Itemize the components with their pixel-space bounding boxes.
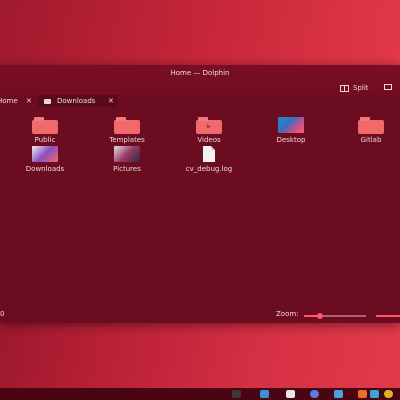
brave-icon[interactable] [358,390,367,398]
browser-icon[interactable] [310,390,319,398]
tab-home[interactable]: Home ✕ [0,95,38,107]
dolphin-window: Home — Dolphin Split Home ✕ Downloads ✕ … [0,65,400,323]
file-label: Desktop [276,136,306,144]
photos-icon[interactable] [370,390,379,398]
file-item-public[interactable]: Public [10,117,80,144]
toolbar-overflow-button[interactable] [384,84,394,92]
folder-icon [114,117,140,134]
file-label: Templates [109,136,145,144]
folder-icon [32,117,58,134]
zoom-slider[interactable] [304,313,366,319]
text-file-icon [203,146,215,162]
wallpaper [0,0,400,68]
split-button[interactable]: Split [340,83,369,93]
file-label: Gitlab [360,136,382,144]
settings-icon[interactable] [334,390,343,398]
file-item-desktop[interactable]: Desktop [256,117,326,144]
folder-video-icon: ▶ [196,117,222,134]
tab-downloads[interactable]: Downloads ✕ [38,95,118,107]
files-icon[interactable] [260,390,269,398]
taskbar [0,388,400,400]
folder-icon[interactable] [286,390,295,398]
close-icon[interactable]: ✕ [26,97,32,105]
chrome-icon[interactable] [384,390,393,398]
status-bar: 0 Zoom: [0,307,400,323]
split-view-icon [340,84,349,92]
zoom-slider-handle[interactable] [316,313,323,319]
desktop-thumbnail-icon [278,117,304,133]
tab-home-label: Home [0,97,18,105]
free-space-bar [376,315,400,317]
file-item-pictures[interactable]: Pictures [92,146,162,173]
toolbar: Split [0,81,400,95]
window-icon [384,84,392,90]
pictures-thumbnail-icon [114,146,140,162]
file-item-videos[interactable]: ▶ Videos [174,117,244,144]
file-label: Pictures [113,165,141,173]
file-label: Videos [197,136,221,144]
tab-downloads-label: Downloads [57,97,96,105]
zoom-label: Zoom: [276,310,299,318]
split-button-label: Split [353,84,369,92]
folder-icon [358,117,384,134]
tab-bar: Home ✕ Downloads ✕ [0,95,400,107]
file-label: cv_debug.log [185,165,233,173]
file-item-cv-debug-log[interactable]: cv_debug.log [174,146,244,173]
file-item-templates[interactable]: Templates [92,117,162,144]
terminal-icon[interactable] [232,390,241,398]
status-text: 0 [0,310,5,318]
file-label: Public [34,136,56,144]
file-item-downloads[interactable]: Downloads [10,146,80,173]
file-view: Public Templates ▶ Videos Desktop Gitlab… [0,107,400,307]
close-icon[interactable]: ✕ [108,97,114,105]
file-item-gitlab[interactable]: Gitlab [336,117,400,144]
file-label: Downloads [25,165,65,173]
window-title: Home — Dolphin [0,65,400,81]
folder-icon [44,98,51,104]
downloads-thumbnail-icon [32,146,58,162]
